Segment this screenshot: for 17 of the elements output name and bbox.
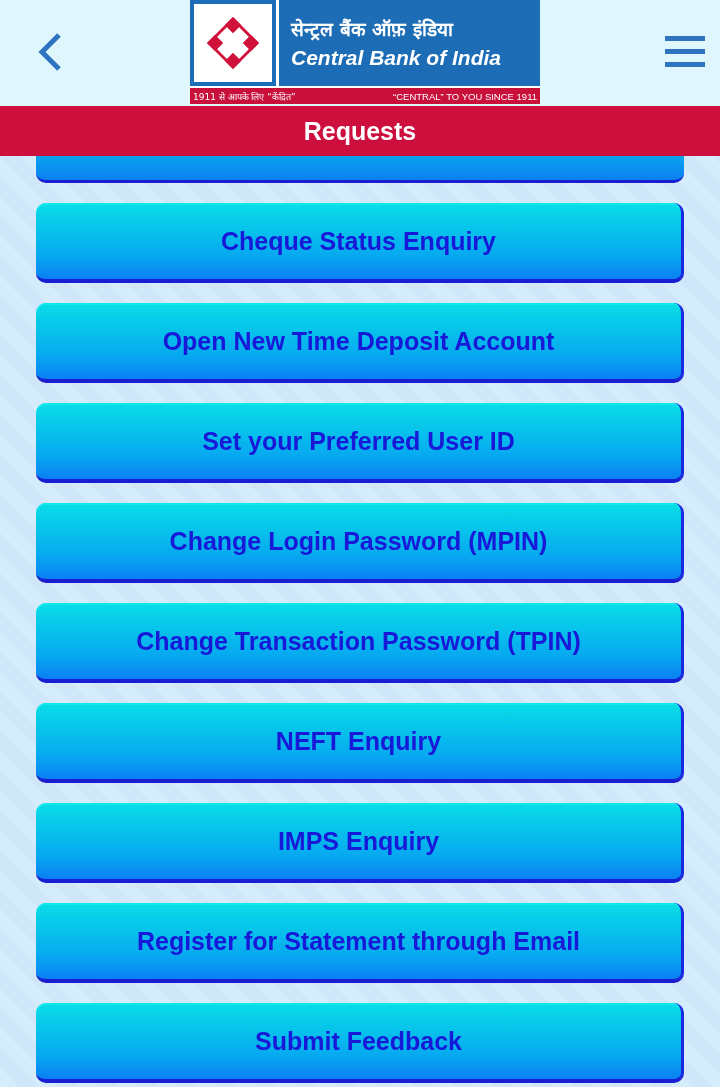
request-button[interactable]: Register for Statement through Email [36,903,684,983]
request-button[interactable]: Open New Time Deposit Account [36,303,684,383]
tagline-hindi: 1911 से आपके लिए “केंद्रित” [193,90,296,103]
request-button[interactable]: Change Login Password (MPIN) [36,503,684,583]
bank-name: Central Bank of India [291,46,503,70]
request-button[interactable]: IMPS Enquiry [36,803,684,883]
bank-name-hindi: सेन्ट्रल बैंक ऑफ़ इंडिया [291,17,455,42]
request-button[interactable]: Cheque Status Enquiry [36,203,684,283]
request-button[interactable]: Change Transaction Password (TPIN) [36,603,684,683]
menu-icon[interactable] [665,36,705,68]
request-button[interactable]: NEFT Enquiry [36,703,684,783]
tagline: “CENTRAL” TO YOU SINCE 1911 [393,90,537,102]
request-button[interactable]: Submit Feedback [36,1003,684,1083]
request-button[interactable]: Set your Preferred User ID [36,403,684,483]
page-title: Requests [303,116,417,146]
emblem-icon [205,15,261,71]
button[interactable] [36,156,684,183]
